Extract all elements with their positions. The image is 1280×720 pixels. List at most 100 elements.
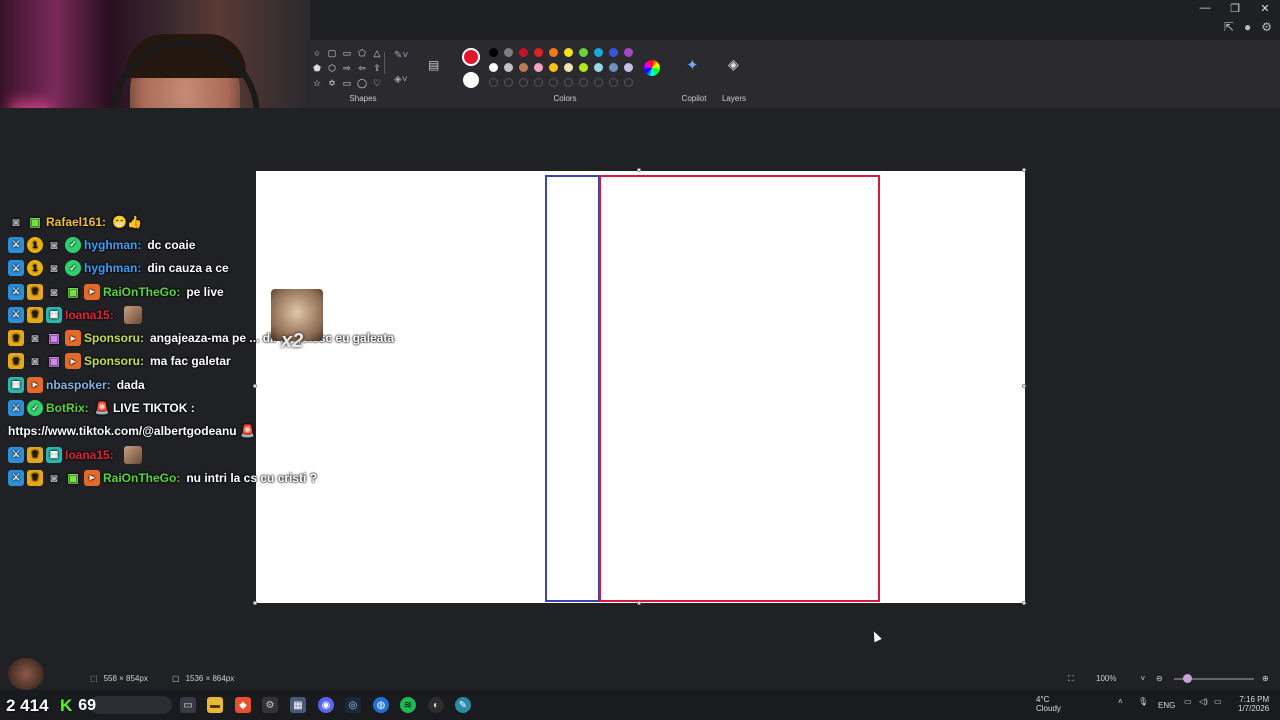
- custom-color-slot[interactable]: [519, 78, 528, 87]
- restore-icon[interactable]: ❐: [1220, 0, 1250, 16]
- resize-handle-bottom-right[interactable]: [1022, 601, 1026, 605]
- primary-color-swatch[interactable]: [462, 48, 480, 66]
- color-swatch[interactable]: [549, 48, 558, 57]
- hexagon-shape-icon[interactable]: ⬡: [325, 61, 339, 75]
- blue-rectangle-shape[interactable]: [545, 175, 600, 602]
- custom-color-slot[interactable]: [549, 78, 558, 87]
- color-swatch[interactable]: [564, 63, 573, 72]
- network-icon[interactable]: ▭: [1184, 697, 1192, 706]
- close-icon[interactable]: ✕: [1250, 0, 1280, 16]
- task-view-icon[interactable]: ▭: [180, 697, 196, 713]
- color-swatch[interactable]: [609, 48, 618, 57]
- share-icon[interactable]: ⇱: [1224, 20, 1234, 34]
- color-swatch[interactable]: [489, 48, 498, 57]
- chat-username[interactable]: Ioana15:: [65, 448, 114, 462]
- callout-shape-icon[interactable]: ▭: [340, 76, 354, 90]
- polygon-shape-icon[interactable]: ⬠: [355, 46, 369, 60]
- chat-username[interactable]: BotRix:: [46, 401, 89, 415]
- tray-chevron-icon[interactable]: ˄: [1118, 697, 1123, 706]
- secondary-color-swatch[interactable]: [463, 72, 479, 88]
- color-swatch[interactable]: [534, 48, 543, 57]
- custom-color-slot[interactable]: [609, 78, 618, 87]
- language-indicator[interactable]: ENG: [1158, 701, 1175, 710]
- arrow-up-shape-icon[interactable]: ⇧: [370, 61, 384, 75]
- taskbar-search[interactable]: [90, 696, 172, 714]
- chat-username[interactable]: Ioana15:: [65, 308, 114, 322]
- fill-icon[interactable]: ◈˅: [394, 74, 408, 85]
- pentagon-shape-icon[interactable]: ⬟: [310, 61, 324, 75]
- resize-handle-bottom[interactable]: [637, 601, 641, 605]
- zoom-in-icon[interactable]: ⊕: [1262, 674, 1269, 683]
- paint-icon[interactable]: ✎: [455, 697, 471, 713]
- resize-handle-right[interactable]: [1022, 384, 1026, 388]
- custom-color-slot[interactable]: [489, 78, 498, 87]
- copilot-icon[interactable]: ✦: [686, 56, 699, 74]
- store-icon[interactable]: ▦: [290, 697, 306, 713]
- chat-username[interactable]: Sponsoru:: [84, 354, 144, 368]
- zoom-out-button[interactable]: ⊖: [1156, 674, 1163, 683]
- spotify-icon[interactable]: ≋: [400, 697, 416, 713]
- color-swatch[interactable]: [594, 63, 603, 72]
- chat-username[interactable]: hyghman:: [84, 261, 141, 275]
- custom-color-slot[interactable]: [504, 78, 513, 87]
- triangle-shape-icon[interactable]: △: [370, 46, 384, 60]
- star6-shape-icon[interactable]: ✡: [325, 76, 339, 90]
- battery-icon[interactable]: ▭: [1214, 697, 1222, 706]
- rectangle-shape-icon[interactable]: ▢: [325, 46, 339, 60]
- file-explorer-icon[interactable]: ▬: [207, 697, 223, 713]
- chat-username[interactable]: RaiOnTheGo:: [103, 471, 180, 485]
- microphone-icon[interactable]: 🎙: [1138, 697, 1148, 706]
- color-swatch[interactable]: [534, 63, 543, 72]
- steam-icon[interactable]: ◎: [345, 697, 361, 713]
- weather-widget[interactable]: 4°C Cloudy: [1036, 695, 1061, 713]
- color-swatch[interactable]: [624, 48, 633, 57]
- rounded-rect-shape-icon[interactable]: ▭: [340, 46, 354, 60]
- callout-round-shape-icon[interactable]: ◯: [355, 76, 369, 90]
- chat-username[interactable]: RaiOnTheGo:: [103, 285, 180, 299]
- chat-username[interactable]: Sponsoru:: [84, 331, 144, 345]
- custom-color-slot[interactable]: [594, 78, 603, 87]
- outline-icon[interactable]: ✎˅: [394, 50, 408, 61]
- chat-username[interactable]: hyghman:: [84, 238, 141, 252]
- color-swatch[interactable]: [519, 63, 528, 72]
- zoom-dropdown[interactable]: 100% ˅: [1096, 674, 1145, 683]
- app-blue-icon[interactable]: ◍: [373, 697, 389, 713]
- custom-color-slot[interactable]: [579, 78, 588, 87]
- resize-handle-bottom-left[interactable]: [253, 601, 257, 605]
- color-swatch[interactable]: [504, 63, 513, 72]
- color-swatch[interactable]: [579, 48, 588, 57]
- chat-username[interactable]: Rafael161:: [46, 215, 106, 229]
- account-icon[interactable]: ●: [1244, 20, 1251, 34]
- resize-handle-top-right[interactable]: [1022, 168, 1026, 172]
- obs-icon[interactable]: ◐: [428, 697, 444, 713]
- layers-group[interactable]: ◈ Layers: [718, 40, 750, 108]
- color-swatch[interactable]: [609, 63, 618, 72]
- zoom-slider-thumb[interactable]: [1183, 674, 1192, 683]
- custom-color-slot[interactable]: [564, 78, 573, 87]
- custom-color-slot[interactable]: [624, 78, 633, 87]
- color-swatch[interactable]: [519, 48, 528, 57]
- settings-app-icon[interactable]: ⚙: [262, 697, 278, 713]
- size-icon[interactable]: ▤: [428, 58, 439, 72]
- arrow-left-shape-icon[interactable]: ⇦: [355, 61, 369, 75]
- fit-to-window-button[interactable]: ⛶: [1068, 674, 1074, 684]
- color-swatch[interactable]: [549, 63, 558, 72]
- copilot-group[interactable]: ✦ Copilot: [676, 40, 712, 108]
- color-swatch[interactable]: [564, 48, 573, 57]
- color-swatch[interactable]: [504, 48, 513, 57]
- star-shape-icon[interactable]: ☆: [310, 76, 324, 90]
- red-rectangle-shape[interactable]: [599, 175, 880, 602]
- resize-handle-top[interactable]: [637, 168, 641, 172]
- custom-color-slot[interactable]: [534, 78, 543, 87]
- volume-icon[interactable]: ◁): [1199, 697, 1208, 706]
- heart-shape-icon[interactable]: ♡: [370, 76, 384, 90]
- fit-screen-icon[interactable]: ⛶: [1068, 674, 1074, 684]
- zoom-out-icon[interactable]: ⊖: [1156, 674, 1163, 683]
- clock[interactable]: 7:16 PM 1/7/2026: [1238, 695, 1269, 713]
- minimize-icon[interactable]: —: [1190, 0, 1220, 16]
- settings-icon[interactable]: ⚙: [1261, 20, 1272, 34]
- oval-shape-icon[interactable]: ○: [310, 46, 324, 60]
- chat-username[interactable]: nbaspoker:: [46, 378, 111, 392]
- color-swatch[interactable]: [579, 63, 588, 72]
- zoom-in-button[interactable]: ⊕: [1262, 674, 1269, 683]
